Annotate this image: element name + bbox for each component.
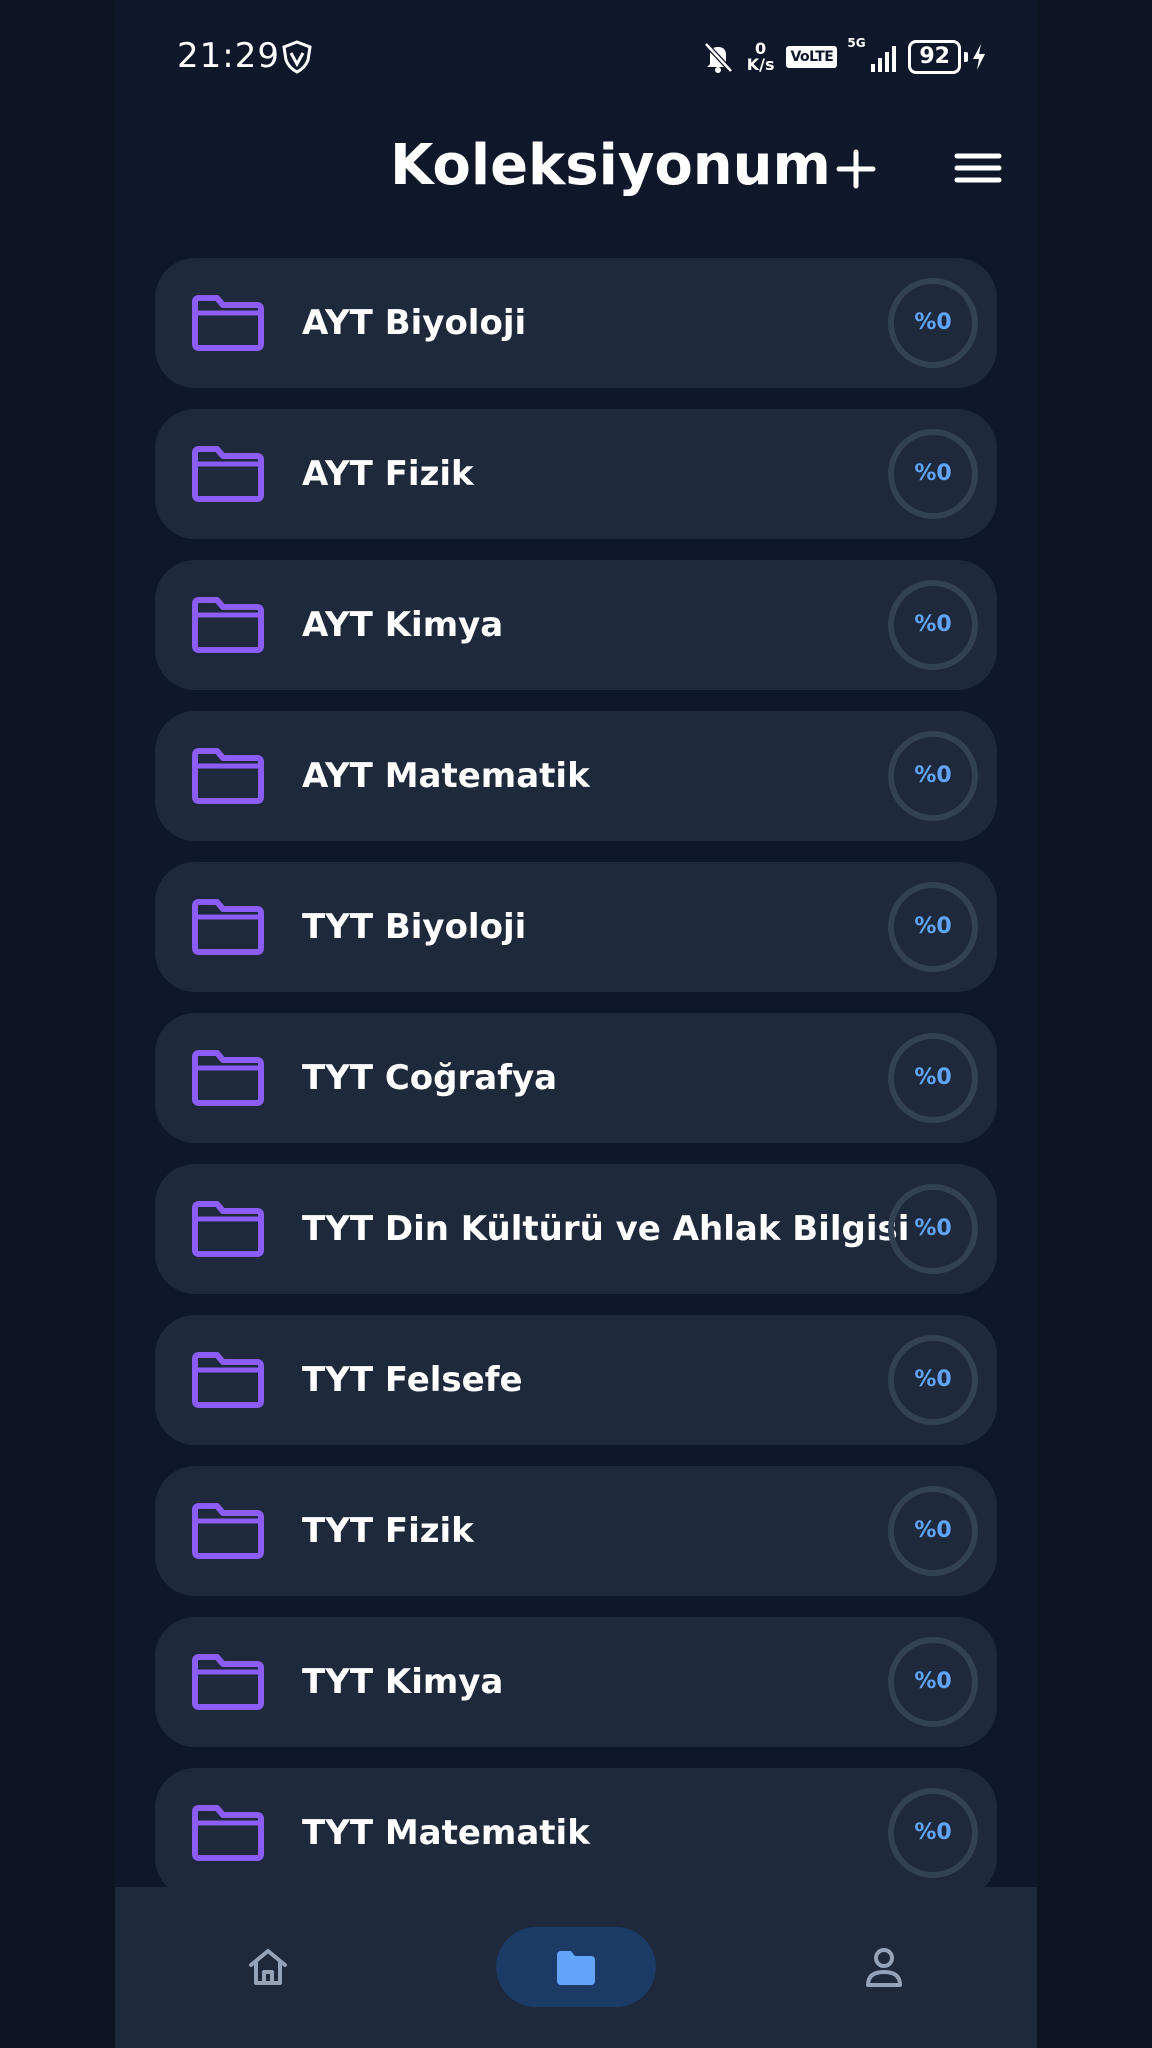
status-time: 21:29	[177, 36, 280, 76]
progress-percent: %0	[914, 914, 952, 939]
bell-muted-icon	[703, 42, 733, 73]
network-type: 5G	[847, 36, 866, 50]
progress-percent: %0	[914, 1820, 952, 1845]
network-speed-unit: K/s	[746, 55, 775, 74]
collection-item[interactable]: AYT Biyoloji %0	[155, 258, 997, 388]
folder-icon	[557, 1951, 595, 1985]
progress-percent: %0	[914, 1518, 952, 1543]
collection-list: AYT Biyoloji %0 AYT Fizik %0 AYT Kimya %0 AYT …	[155, 258, 997, 1919]
add-collection-button[interactable]	[831, 144, 881, 194]
battery-level: 92	[908, 40, 961, 74]
folder-icon	[192, 1503, 264, 1559]
progress-percent: %0	[914, 612, 952, 637]
collection-item[interactable]: TYT Felsefe %0	[155, 1315, 997, 1445]
collection-item[interactable]: TYT Din Kültürü ve Ahlak Bilgisi %0	[155, 1164, 997, 1294]
collection-name: TYT Din Kültürü ve Ahlak Bilgisi	[302, 1209, 910, 1249]
status-bar: 21:29 0 K/s VoLTE 5G 92	[115, 0, 1037, 118]
folder-icon	[192, 1201, 264, 1257]
folder-icon	[192, 1352, 264, 1408]
collection-name: AYT Kimya	[302, 605, 504, 645]
network-speed: 0 K/s	[747, 41, 775, 73]
collection-name: AYT Fizik	[302, 454, 474, 494]
folder-icon	[192, 899, 264, 955]
nav-home-button[interactable]	[188, 1927, 348, 2007]
nav-profile-button[interactable]	[804, 1927, 964, 2007]
collection-name: AYT Biyoloji	[302, 303, 527, 343]
home-icon	[249, 1949, 287, 1985]
progress-percent: %0	[914, 763, 952, 788]
folder-icon	[192, 1654, 264, 1710]
collection-item[interactable]: AYT Matematik %0	[155, 711, 997, 841]
collection-item[interactable]: AYT Kimya %0	[155, 560, 997, 690]
collection-name: TYT Fizik	[302, 1511, 474, 1551]
collection-item[interactable]: TYT Kimya %0	[155, 1617, 997, 1747]
folder-icon	[192, 748, 264, 804]
progress-percent: %0	[914, 1367, 952, 1392]
collection-item[interactable]: AYT Fizik %0	[155, 409, 997, 539]
collection-name: TYT Kimya	[302, 1662, 504, 1702]
user-icon	[866, 1948, 902, 1987]
signal-icon: 5G	[847, 36, 897, 72]
progress-percent: %0	[914, 310, 952, 335]
status-indicators: 0 K/s VoLTE 5G 92	[701, 36, 987, 78]
charging-bolt-icon	[973, 44, 985, 70]
nav-collections-button[interactable]	[496, 1927, 656, 2007]
progress-percent: %0	[914, 1669, 952, 1694]
collection-item[interactable]: TYT Biyoloji %0	[155, 862, 997, 992]
collection-item[interactable]: TYT Coğrafya %0	[155, 1013, 997, 1143]
vpn-shield-icon	[282, 40, 312, 74]
app-screen: 21:29 0 K/s VoLTE 5G 92 Koleksiyonum AYT…	[115, 0, 1037, 2048]
folder-icon	[192, 1805, 264, 1861]
app-header: Koleksiyonum	[115, 118, 1037, 218]
collection-item[interactable]: TYT Matematik %0	[155, 1768, 997, 1898]
page-title: Koleksiyonum	[390, 133, 831, 198]
progress-percent: %0	[914, 461, 952, 486]
collection-name: AYT Matematik	[302, 756, 590, 796]
progress-percent: %0	[914, 1216, 952, 1241]
folder-icon	[192, 446, 264, 502]
menu-button[interactable]	[953, 148, 1003, 188]
collection-name: TYT Matematik	[302, 1813, 590, 1853]
collection-name: TYT Coğrafya	[302, 1058, 558, 1098]
collection-item[interactable]: TYT Fizik %0	[155, 1466, 997, 1596]
battery-indicator: 92	[908, 40, 987, 74]
collection-name: TYT Biyoloji	[302, 907, 527, 947]
collection-name: TYT Felsefe	[302, 1360, 523, 1400]
bottom-navigation	[115, 1887, 1037, 2048]
volte-badge: VoLTE	[786, 46, 838, 68]
folder-icon	[192, 295, 264, 351]
progress-percent: %0	[914, 1065, 952, 1090]
folder-icon	[192, 597, 264, 653]
folder-icon	[192, 1050, 264, 1106]
